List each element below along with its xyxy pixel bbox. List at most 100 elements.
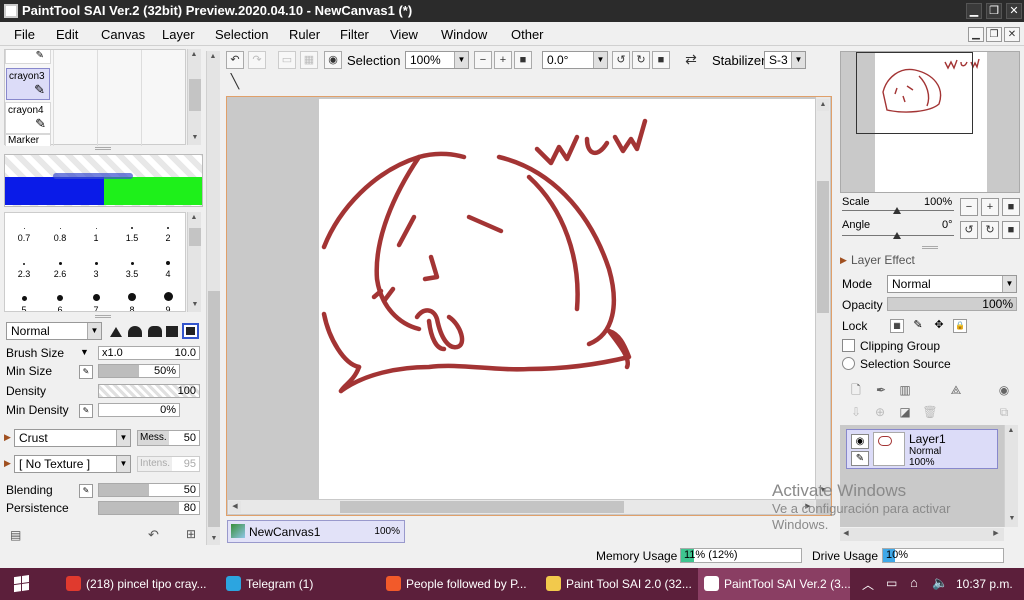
menu-filter[interactable]: Filter <box>340 27 369 42</box>
lock-transparency-icon[interactable]: ▦ <box>890 319 904 333</box>
brush-size-cell[interactable]: 2 <box>151 219 185 243</box>
reset-icon[interactable]: ↶ <box>148 527 159 543</box>
brush-size-cell[interactable]: 3.5 <box>115 255 149 279</box>
navigator-viewport-frame[interactable] <box>856 52 973 134</box>
menu-view[interactable]: View <box>390 27 418 42</box>
panel-splitter[interactable] <box>922 246 938 249</box>
panel-splitter[interactable] <box>95 147 111 150</box>
scroll-up-icon[interactable]: ▲ <box>817 99 829 111</box>
selection-source-radio[interactable] <box>842 357 855 370</box>
task-youtube[interactable]: (218) pincel tipo cray... <box>60 568 214 600</box>
scroll-up-icon[interactable]: ▲ <box>1005 425 1017 437</box>
stabilizer-select[interactable]: S-3 ▼ <box>764 51 806 69</box>
brush-size-cell[interactable]: 3 <box>79 255 113 279</box>
brush-size-field[interactable]: x1.0 10.0 <box>98 346 200 360</box>
scroll-down-icon[interactable]: ▼ <box>208 533 220 545</box>
lock-paint-icon[interactable]: ✎ <box>911 319 925 333</box>
eye-icon[interactable]: ◉ <box>851 434 869 449</box>
panel-splitter[interactable] <box>95 315 111 318</box>
tip-flat-icon[interactable] <box>166 326 178 337</box>
scroll-thumb[interactable] <box>817 181 829 313</box>
min-size-slider[interactable]: 50% <box>98 364 180 378</box>
canvas-horizontal-scrollbar[interactable]: ◀ ▶ <box>228 500 816 514</box>
eye-icon[interactable]: ◉ <box>324 51 342 69</box>
close-button[interactable]: ✕ <box>1006 3 1022 19</box>
pen-pressure-icon[interactable]: ✎ <box>79 365 93 379</box>
layer-filter-icon[interactable]: ⟁ <box>948 382 964 398</box>
merge-down-icon[interactable]: ⊕ <box>872 404 888 420</box>
brush-size-cell[interactable]: 4 <box>151 255 185 279</box>
scroll-up-icon[interactable]: ▲ <box>188 212 200 224</box>
brush-size-cell[interactable]: 7 <box>79 291 113 311</box>
network-icon[interactable]: ⌂ <box>910 575 918 590</box>
scroll-thumb[interactable] <box>340 501 624 513</box>
new-linework-layer-icon[interactable]: ✒ <box>873 382 889 398</box>
tip-blunt-icon[interactable] <box>148 326 162 337</box>
document-tab[interactable]: NewCanvas1 100% <box>227 520 405 543</box>
clear-layer-icon[interactable]: ◪ <box>897 404 913 420</box>
delete-layer-icon[interactable]: 🗑 <box>922 404 938 420</box>
zoom-in-button[interactable]: + <box>494 51 512 69</box>
blue-swatch[interactable] <box>5 177 104 205</box>
task-painttool-sai[interactable]: PaintTool SAI Ver.2 (3... <box>698 568 850 600</box>
rotation-select[interactable]: 0.0° ▼ <box>542 51 608 69</box>
tool-slot-crayon3[interactable]: crayon3 ✎ <box>6 68 50 100</box>
scroll-right-icon[interactable]: ▶ <box>990 528 1002 540</box>
brush-size-cell[interactable]: 5 <box>7 291 41 311</box>
doc-minimize-button[interactable]: ▁ <box>968 27 984 42</box>
brush-size-cell[interactable]: 2.3 <box>7 255 41 279</box>
green-swatch[interactable] <box>104 177 202 205</box>
line-tool-icon[interactable]: ╲ <box>226 73 244 91</box>
tool-slot-crayon4[interactable]: crayon4 ✎ <box>5 102 51 134</box>
new-layer-icon[interactable]: 🗋 <box>848 382 864 398</box>
brush-size-cell[interactable]: 9 <box>151 291 185 311</box>
zoom-reset-button[interactable]: ■ <box>514 51 532 69</box>
task-folder[interactable]: Paint Tool SAI 2.0 (32... <box>540 568 692 600</box>
scroll-down-icon[interactable]: ▼ <box>1006 513 1018 525</box>
scale-reset-button[interactable]: ■ <box>1002 198 1020 216</box>
expand-arrow-icon[interactable]: ▶ <box>4 458 11 469</box>
zoom-select[interactable]: 100% ▼ <box>405 51 469 69</box>
menu-edit[interactable]: Edit <box>56 27 78 42</box>
tip-round-icon[interactable] <box>128 326 142 337</box>
clock[interactable]: 10:37 p.m. <box>956 577 1013 591</box>
new-folder-icon[interactable]: ▥ <box>897 382 913 398</box>
brush-size-dropdown-icon[interactable]: ▼ <box>80 347 89 357</box>
minimize-button[interactable]: ▁ <box>966 3 982 19</box>
density-slider[interactable]: 100 <box>98 384 200 398</box>
brush-size-scrollbar[interactable]: ▲ ▼ <box>187 212 201 312</box>
canvas-paper[interactable] <box>319 99 815 499</box>
min-density-slider[interactable]: 0% <box>98 403 180 417</box>
pen-pressure-icon[interactable]: ✎ <box>79 484 93 498</box>
layer-row[interactable]: ◉ ✎ Layer1 Normal 100% <box>846 429 998 469</box>
lock-move-icon[interactable]: ✥ <box>932 319 946 333</box>
restore-button[interactable]: ❐ <box>986 3 1002 19</box>
rotate-right-button[interactable]: ↻ <box>981 221 999 239</box>
tip-square-icon[interactable] <box>182 323 199 339</box>
pen-pressure-icon[interactable]: ✎ <box>79 404 93 418</box>
layer-copy-icon[interactable]: ⧉ <box>996 404 1012 420</box>
redo-button[interactable]: ↷ <box>248 51 266 69</box>
navigator-preview[interactable] <box>840 51 1020 193</box>
flip-horizontal-icon[interactable]: ⇄ <box>682 51 700 69</box>
brush-size-cell[interactable]: 6 <box>43 291 77 311</box>
opacity-slider[interactable]: 100% <box>887 297 1017 311</box>
mess-slider[interactable]: Mess. 50 <box>137 430 200 446</box>
persistence-slider[interactable]: 80 <box>98 501 200 515</box>
invert-selection-button[interactable]: ▦ <box>300 51 318 69</box>
brush-texture-select[interactable]: [ No Texture ] ▼ <box>14 455 131 473</box>
scroll-thumb[interactable] <box>189 228 201 246</box>
color-scratchpad[interactable] <box>4 154 203 207</box>
tip-sharp-icon[interactable] <box>110 327 122 337</box>
pencil-icon[interactable]: ✎ <box>851 451 869 466</box>
rotate-right-button[interactable]: ↻ <box>632 51 650 69</box>
expand-arrow-icon[interactable]: ▶ <box>840 255 847 266</box>
scale-slider-handle[interactable] <box>893 207 901 214</box>
battery-icon[interactable]: ▭ <box>886 576 897 590</box>
brush-size-cell[interactable]: 0.8 <box>43 219 77 243</box>
brush-size-cell[interactable]: 2.6 <box>43 255 77 279</box>
tool-slot-marker[interactable]: Marker <box>5 134 51 146</box>
transfer-down-icon[interactable]: ⇩ <box>848 404 864 420</box>
list-icon[interactable]: ▤ <box>10 528 21 542</box>
angle-slider-handle[interactable] <box>893 232 901 239</box>
